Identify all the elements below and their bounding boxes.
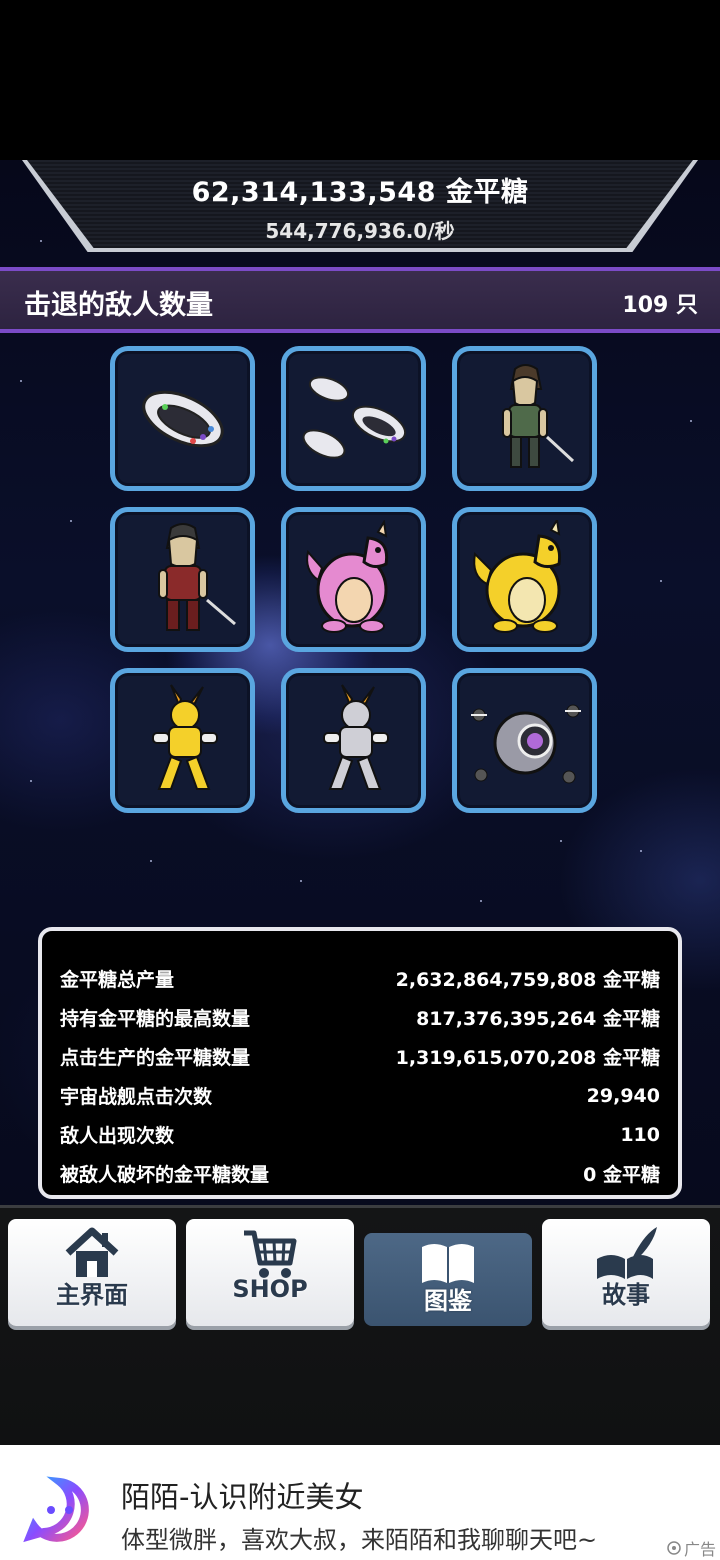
stat-row: 敌人出现次数 110 xyxy=(60,1115,660,1154)
momo-logo-icon xyxy=(23,1476,89,1543)
ufo-fleet-icon xyxy=(302,375,406,459)
home-icon xyxy=(65,1227,119,1277)
enemy-card-orb-station[interactable] xyxy=(452,668,597,813)
enemy-card-ufo-fleet[interactable] xyxy=(281,346,426,491)
quill-icon xyxy=(597,1227,657,1279)
stat-value: 2,632,864,759,808 金平糖 xyxy=(395,969,660,991)
nav-encyclopedia-button[interactable]: 图鉴 xyxy=(364,1233,532,1326)
enemy-card-silver-robot[interactable] xyxy=(281,668,426,813)
stat-value: 29,940 xyxy=(586,1084,660,1107)
stat-row: 持有金平糖的最高数量 817,376,395,264 金平糖 xyxy=(60,998,660,1037)
book-icon xyxy=(422,1244,474,1283)
stat-value: 1,319,615,070,208 金平糖 xyxy=(395,1047,660,1069)
predator-red-icon xyxy=(157,522,236,631)
nav-home-label: 主界面 xyxy=(56,1281,128,1309)
stat-value: 0 金平糖 xyxy=(583,1164,660,1186)
stat-label: 被敌人破坏的金平糖数量 xyxy=(60,1164,270,1186)
ufo-ship-icon xyxy=(141,390,224,447)
yellow-dragon-icon xyxy=(472,519,561,633)
stat-row: 点击生产的金平糖数量 1,319,615,070,208 金平糖 xyxy=(60,1037,660,1076)
gold-robot-icon xyxy=(151,683,218,790)
section-title: 击退的敌人数量 xyxy=(24,290,213,321)
orb-station-icon xyxy=(470,704,581,783)
total-candy-count: 62,314,133,548 金平糖 xyxy=(191,177,529,208)
ad-app-icon[interactable] xyxy=(20,1470,100,1550)
enemy-card-gold-robot[interactable] xyxy=(110,668,255,813)
enemy-defeat-count: 109 只 xyxy=(622,293,698,318)
enemy-card-pink-dragon[interactable] xyxy=(281,507,426,652)
ad-info-icon xyxy=(667,1541,681,1555)
ad-tag-label: 广告 xyxy=(683,1540,716,1559)
candy-rate: 544,776,936.0/秒 xyxy=(265,219,455,243)
ad-description[interactable]: 体型微胖，喜欢大叔，来陌陌和我聊聊天吧~ xyxy=(121,1520,597,1555)
stat-label: 持有金平糖的最高数量 xyxy=(60,1008,251,1030)
ad-title[interactable]: 陌陌-认识附近美女 xyxy=(121,1474,363,1516)
stat-label: 金平糖总产量 xyxy=(60,969,175,991)
enemy-card-predator-red[interactable] xyxy=(110,507,255,652)
nav-story-label: 故事 xyxy=(602,1281,650,1309)
stat-label: 敌人出现次数 xyxy=(60,1125,175,1147)
predator-green-icon xyxy=(501,363,574,468)
pink-dragon-icon xyxy=(305,519,388,633)
nav-home-button[interactable]: 主界面 xyxy=(8,1219,176,1326)
stat-row: 被敌人破坏的金平糖数量 0 金平糖 xyxy=(60,1154,660,1193)
nav-shop-label: SHOP xyxy=(232,1275,308,1303)
stats-panel: 金平糖总产量 2,632,864,759,808 金平糖 持有金平糖的最高数量 … xyxy=(38,927,682,1199)
cart-icon xyxy=(244,1230,297,1278)
silver-robot-icon xyxy=(322,683,389,790)
stat-label: 宇宙战舰点击次数 xyxy=(60,1086,213,1108)
stat-value: 110 xyxy=(620,1123,660,1146)
stat-row: 金平糖总产量 2,632,864,759,808 金平糖 xyxy=(60,959,660,998)
enemy-card-predator-green[interactable] xyxy=(452,346,597,491)
enemy-grid xyxy=(110,346,597,813)
enemy-card-ufo[interactable] xyxy=(110,346,255,491)
nav-encyclopedia-label: 图鉴 xyxy=(424,1287,472,1315)
ad-tag: 广告 xyxy=(667,1536,716,1560)
stat-label: 点击生产的金平糖数量 xyxy=(60,1047,251,1069)
nav-story-button[interactable]: 故事 xyxy=(542,1219,710,1326)
nav-shop-button[interactable]: SHOP xyxy=(186,1219,354,1326)
enemy-card-yellow-dragon[interactable] xyxy=(452,507,597,652)
stat-row: 宇宙战舰点击次数 29,940 xyxy=(60,1076,660,1115)
stat-value: 817,376,395,264 金平糖 xyxy=(416,1008,660,1030)
